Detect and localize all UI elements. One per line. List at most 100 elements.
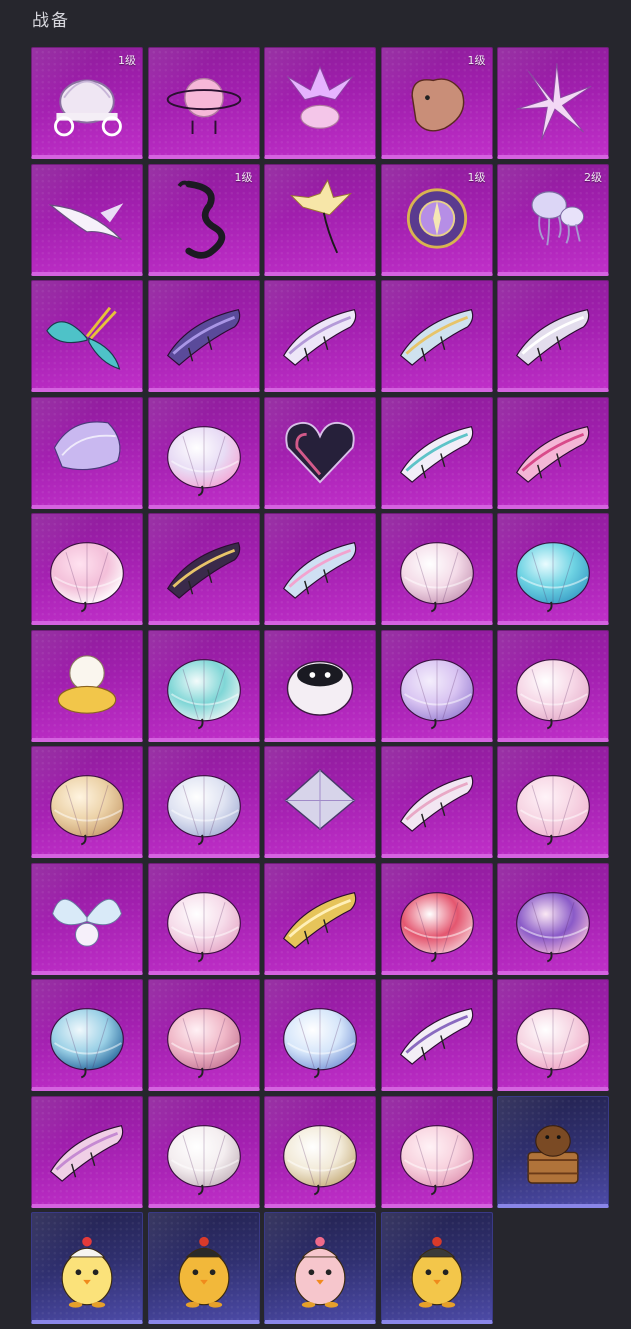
teal-glider-icon	[399, 425, 473, 483]
item-tile-heart-pet[interactable]: 1级	[380, 47, 493, 159]
item-tile-ocean-parachute[interactable]	[31, 979, 143, 1091]
item-tile-fan-parachute[interactable]	[380, 862, 493, 975]
item-tile-black-dragon[interactable]: 1级	[147, 163, 260, 276]
pink-glider-icon	[49, 1124, 124, 1182]
item-tile-pink-chick[interactable]	[264, 1212, 376, 1324]
item-tile-feather-parachute[interactable]	[31, 396, 143, 509]
item-tile-aqua-parachute[interactable]	[497, 513, 609, 625]
cat-parachute-icon	[286, 660, 354, 716]
item-tile-floral-parachute[interactable]	[264, 1095, 376, 1208]
item-tile-candy-parachute[interactable]	[497, 862, 609, 975]
aqua-parachute-icon	[516, 542, 590, 613]
cream-parachute-icon	[50, 775, 124, 846]
diamond-parachute-icon	[284, 768, 356, 831]
item-tile-pink-parachute[interactable]	[31, 513, 143, 625]
mint-parachute-icon	[166, 658, 241, 729]
item-tile-mint-parachute[interactable]	[147, 629, 260, 742]
item-tile-cat-parachute[interactable]	[264, 629, 376, 742]
item-tile-sheep-parachute[interactable]	[31, 629, 143, 742]
item-tile-bunny-parachute[interactable]	[147, 1095, 260, 1208]
lilac-glider-icon	[282, 308, 357, 366]
gold-glider-icon	[282, 891, 357, 949]
feather-parachute-icon	[53, 420, 121, 470]
item-tile-flower-glider[interactable]	[497, 396, 609, 509]
jelly-parachute-icon	[283, 1008, 357, 1079]
item-tile-silk-glider[interactable]	[380, 979, 493, 1091]
item-tile-plaid-parachute[interactable]	[380, 1095, 493, 1208]
sheep-parachute-icon	[57, 654, 117, 714]
item-tile-purple-glider[interactable]	[147, 280, 260, 392]
level-badge: 1级	[467, 54, 486, 67]
item-tile-lavender-parachute[interactable]	[380, 629, 493, 742]
item-tile-silver-glider[interactable]	[497, 280, 609, 392]
rose-parachute-icon	[399, 542, 474, 613]
item-tile-planet-orb[interactable]	[147, 47, 260, 159]
item-tile-chick-egg[interactable]	[31, 1212, 143, 1324]
item-tile-donut-parachute[interactable]	[147, 979, 260, 1091]
purple-glider-icon	[166, 308, 240, 366]
flower-glider-icon	[515, 425, 590, 483]
crown-parachute-icon	[516, 1008, 590, 1079]
item-tile-butterfly-glider[interactable]	[31, 280, 143, 392]
level-badge: 2级	[584, 170, 602, 184]
pastel-glider-icon	[399, 308, 473, 366]
lavender-parachute-icon	[399, 658, 474, 729]
item-tile-pink-glider[interactable]	[31, 1095, 143, 1208]
item-tile-porcelain-parachute[interactable]	[147, 746, 260, 858]
pink-parachute-icon	[50, 542, 124, 613]
item-tile-white-wings[interactable]	[31, 163, 143, 276]
item-tile-teal-glider[interactable]	[380, 396, 493, 509]
item-tile-cream-parachute[interactable]	[31, 746, 143, 858]
bow-parachute-icon	[166, 891, 241, 962]
item-grid: 1级 1级 1级 1级 2级	[31, 47, 609, 1324]
item-tile-gold-glider[interactable]	[264, 862, 376, 975]
blossom-glider-icon	[282, 541, 357, 599]
item-tile-crystal-burst[interactable]	[497, 47, 609, 159]
item-tile-pastel-glider[interactable]	[380, 280, 493, 392]
item-tile-lilac-glider[interactable]	[264, 280, 376, 392]
item-tile-crown-parachute[interactable]	[497, 979, 609, 1091]
fairy-parachute-icon	[52, 898, 122, 947]
item-tile-stripe-glider[interactable]	[380, 746, 493, 858]
crystal-bouquet-icon	[287, 65, 353, 129]
candy-parachute-icon	[516, 891, 590, 962]
item-tile-jelly-parachute[interactable]	[264, 979, 376, 1091]
chick-egg-icon	[61, 1236, 113, 1308]
item-tile-rooster-shades[interactable]	[147, 1212, 260, 1324]
golden-flower-icon	[290, 178, 353, 253]
item-tile-cloud-parachute[interactable]	[147, 396, 260, 509]
item-tile-violet-compass[interactable]: 1级	[380, 163, 493, 276]
fan-parachute-icon	[399, 891, 474, 962]
pink-chick-icon	[294, 1236, 346, 1308]
item-tile-helmet-chick[interactable]	[380, 1212, 493, 1324]
rooster-shades-icon	[178, 1236, 229, 1308]
item-tile-ribbon-parachute[interactable]	[497, 746, 609, 858]
level-badge: 1级	[467, 170, 486, 184]
planet-orb-icon	[166, 77, 241, 134]
item-tile-gold-swirl-glider[interactable]	[147, 513, 260, 625]
item-tile-fairy-parachute[interactable]	[31, 862, 143, 975]
item-tile-crystal-bouquet[interactable]	[264, 47, 376, 159]
item-tile-blossom-glider[interactable]	[264, 513, 376, 625]
level-badge: 1级	[118, 54, 136, 67]
floral-parachute-icon	[283, 1124, 357, 1195]
item-tile-bow-parachute[interactable]	[147, 862, 260, 975]
item-tile-rose-parachute[interactable]	[380, 513, 493, 625]
heart-parachute-icon	[285, 421, 355, 483]
crystal-burst-icon	[516, 63, 592, 140]
plaid-parachute-icon	[399, 1124, 474, 1195]
item-tile-golden-flower[interactable]	[264, 163, 376, 276]
cloud-parachute-icon	[166, 425, 241, 496]
porcelain-parachute-icon	[166, 775, 241, 846]
item-tile-heart-parachute[interactable]	[264, 396, 376, 509]
butterfly-glider-icon	[46, 306, 121, 370]
item-tile-jellyfish-cluster[interactable]: 2级	[497, 163, 609, 276]
stripe-glider-icon	[399, 774, 473, 832]
item-tile-capybara-bath[interactable]	[497, 1095, 609, 1208]
item-tile-lace-parachute[interactable]	[497, 629, 609, 742]
bunny-parachute-icon	[166, 1124, 241, 1195]
item-tile-pumpkin-carriage[interactable]: 1级	[31, 47, 143, 159]
ribbon-parachute-icon	[516, 775, 590, 846]
item-tile-diamond-parachute[interactable]	[264, 746, 376, 858]
capybara-bath-icon	[527, 1124, 579, 1184]
